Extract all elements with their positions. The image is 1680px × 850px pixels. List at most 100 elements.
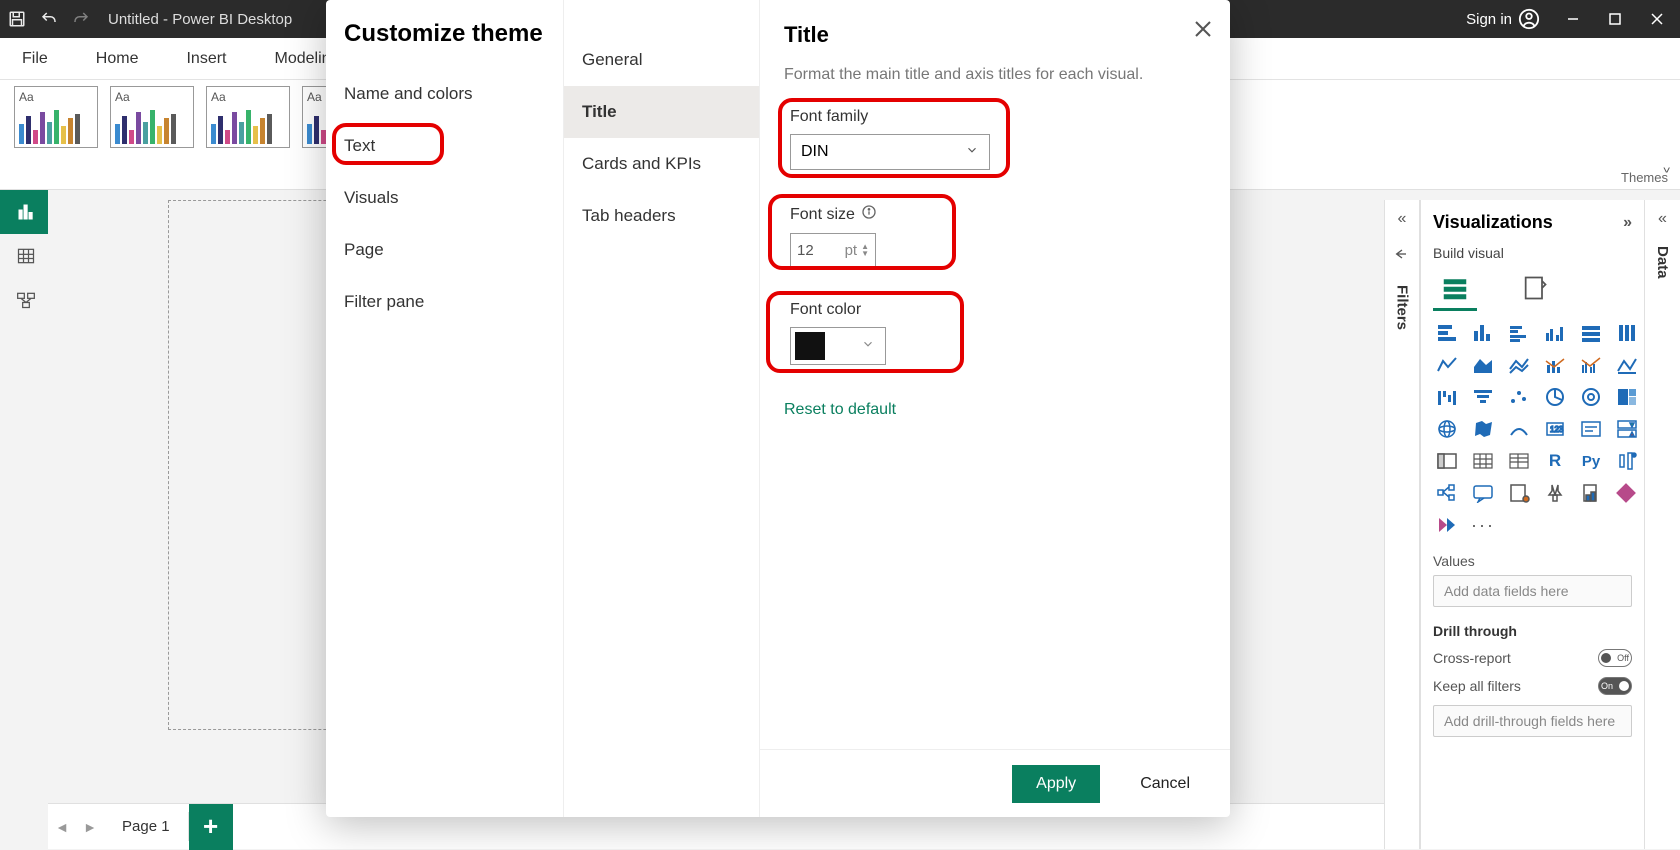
- cancel-button[interactable]: Cancel: [1134, 774, 1196, 794]
- nav-name-colors[interactable]: Name and colors: [326, 68, 563, 120]
- cross-report-toggle[interactable]: Off: [1598, 649, 1632, 667]
- undo-icon[interactable]: [38, 8, 60, 30]
- ribbon-chart-icon[interactable]: [1613, 353, 1641, 377]
- maximize-button[interactable]: [1598, 4, 1632, 34]
- table-icon[interactable]: [1505, 449, 1533, 473]
- chevron-down-icon: [965, 143, 979, 162]
- line-clustered-icon[interactable]: [1577, 353, 1605, 377]
- redo-icon[interactable]: [70, 8, 92, 30]
- waterfall-icon[interactable]: [1433, 385, 1461, 409]
- menu-file[interactable]: File: [18, 44, 52, 74]
- app-title: Untitled - Power BI Desktop: [108, 11, 292, 28]
- subnav-tab-headers[interactable]: Tab headers: [564, 190, 759, 242]
- gauge-icon[interactable]: 123: [1541, 417, 1569, 441]
- theme-thumb-2[interactable]: Aa: [110, 86, 194, 148]
- smart-narrative-icon[interactable]: [1505, 481, 1533, 505]
- map-icon[interactable]: [1433, 417, 1461, 441]
- ribbon-expand-caret[interactable]: ^: [1663, 160, 1670, 176]
- stacked-bar-100-icon[interactable]: [1577, 321, 1605, 345]
- multi-row-card-icon[interactable]: [1613, 417, 1641, 441]
- customize-theme-dialog: Customize theme Name and colors Text Vis…: [326, 0, 1230, 817]
- reset-to-default-link[interactable]: Reset to default: [784, 401, 896, 419]
- filled-map-icon[interactable]: [1469, 417, 1497, 441]
- minimize-button[interactable]: [1556, 4, 1590, 34]
- dialog-footer: Apply Cancel: [760, 749, 1230, 817]
- qa-icon[interactable]: [1469, 481, 1497, 505]
- slicer-icon[interactable]: [1469, 449, 1497, 473]
- funnel-icon[interactable]: [1469, 385, 1497, 409]
- power-apps-icon[interactable]: [1613, 481, 1641, 505]
- nav-text[interactable]: Text: [326, 120, 563, 172]
- collapse-left-icon[interactable]: «: [1658, 210, 1667, 228]
- key-influencers-icon[interactable]: [1613, 449, 1641, 473]
- decomposition-icon[interactable]: [1433, 481, 1461, 505]
- filters-pane-collapsed[interactable]: « Filters: [1384, 200, 1420, 849]
- page-next-button[interactable]: ►: [76, 819, 104, 835]
- drill-through-field-well[interactable]: Add drill-through fields here: [1433, 705, 1632, 737]
- stacked-column-icon[interactable]: [1469, 321, 1497, 345]
- card-icon[interactable]: [1577, 417, 1605, 441]
- visual-type-gallery: 123 R Py ···: [1433, 321, 1632, 537]
- clustered-column-icon[interactable]: [1541, 321, 1569, 345]
- theme-thumb-3[interactable]: Aa: [206, 86, 290, 148]
- clustered-bar-icon[interactable]: [1505, 321, 1533, 345]
- stacked-column-100-icon[interactable]: [1613, 321, 1641, 345]
- close-button[interactable]: [1640, 4, 1674, 34]
- nav-page[interactable]: Page: [326, 224, 563, 276]
- area-chart-icon[interactable]: [1469, 353, 1497, 377]
- collapse-left-icon[interactable]: «: [1398, 210, 1407, 228]
- power-automate-icon[interactable]: [1433, 513, 1461, 537]
- page-tab-1[interactable]: Page 1: [104, 812, 189, 841]
- sign-in-button[interactable]: Sign in: [1458, 4, 1548, 34]
- subnav-title[interactable]: Title: [564, 86, 759, 138]
- page-prev-button[interactable]: ◄: [48, 819, 76, 835]
- dialog-nav-primary: Customize theme Name and colors Text Vis…: [326, 0, 564, 817]
- save-icon[interactable]: [6, 8, 28, 30]
- nav-filter-pane[interactable]: Filter pane: [326, 276, 563, 328]
- menu-modeling[interactable]: Modelin: [270, 44, 334, 74]
- visualizations-pane: Visualizations » Build visual: [1420, 200, 1644, 849]
- build-visual-tab[interactable]: [1433, 267, 1477, 311]
- stacked-bar-icon[interactable]: [1433, 321, 1461, 345]
- apply-button[interactable]: Apply: [1012, 765, 1100, 803]
- expand-right-icon[interactable]: »: [1623, 214, 1632, 232]
- font-family-label: Font family: [790, 108, 1200, 126]
- pie-icon[interactable]: [1541, 385, 1569, 409]
- subnav-general[interactable]: General: [564, 34, 759, 86]
- dialog-close-button[interactable]: [1194, 18, 1212, 44]
- nav-visuals[interactable]: Visuals: [326, 172, 563, 224]
- values-field-well[interactable]: Add data fields here: [1433, 575, 1632, 607]
- paginated-icon[interactable]: [1577, 481, 1605, 505]
- data-pane-collapsed[interactable]: « Data: [1644, 200, 1680, 849]
- goals-icon[interactable]: [1541, 481, 1569, 505]
- font-color-picker[interactable]: [790, 327, 886, 365]
- r-visual-icon[interactable]: R: [1541, 449, 1569, 473]
- scatter-icon[interactable]: [1505, 385, 1533, 409]
- theme-thumb-1[interactable]: Aa: [14, 86, 98, 148]
- line-chart-icon[interactable]: [1433, 353, 1461, 377]
- format-visual-tab[interactable]: [1513, 267, 1557, 311]
- font-size-unit: pt: [845, 242, 858, 259]
- line-column-icon[interactable]: [1541, 353, 1569, 377]
- info-icon[interactable]: [861, 204, 877, 225]
- keep-filters-toggle[interactable]: On: [1598, 677, 1632, 695]
- report-view-button[interactable]: [0, 190, 48, 234]
- font-size-input[interactable]: 12 pt ▲▼: [790, 233, 876, 267]
- more-visuals-icon[interactable]: ···: [1469, 513, 1497, 537]
- stacked-area-icon[interactable]: [1505, 353, 1533, 377]
- azure-map-icon[interactable]: [1505, 417, 1533, 441]
- treemap-icon[interactable]: [1613, 385, 1641, 409]
- data-view-button[interactable]: [0, 234, 48, 278]
- font-family-select[interactable]: DIN: [790, 134, 990, 170]
- subnav-cards[interactable]: Cards and KPIs: [564, 138, 759, 190]
- add-page-button[interactable]: +: [189, 804, 233, 850]
- dialog-content-panel: Title Format the main title and axis tit…: [760, 0, 1230, 817]
- python-visual-icon[interactable]: Py: [1577, 449, 1605, 473]
- menu-insert[interactable]: Insert: [182, 44, 230, 74]
- spinner-arrows[interactable]: ▲▼: [861, 243, 869, 257]
- menu-home[interactable]: Home: [92, 44, 143, 74]
- model-view-button[interactable]: [0, 278, 48, 322]
- donut-icon[interactable]: [1577, 385, 1605, 409]
- kpi-icon[interactable]: [1433, 449, 1461, 473]
- cross-report-label: Cross-report: [1433, 650, 1511, 666]
